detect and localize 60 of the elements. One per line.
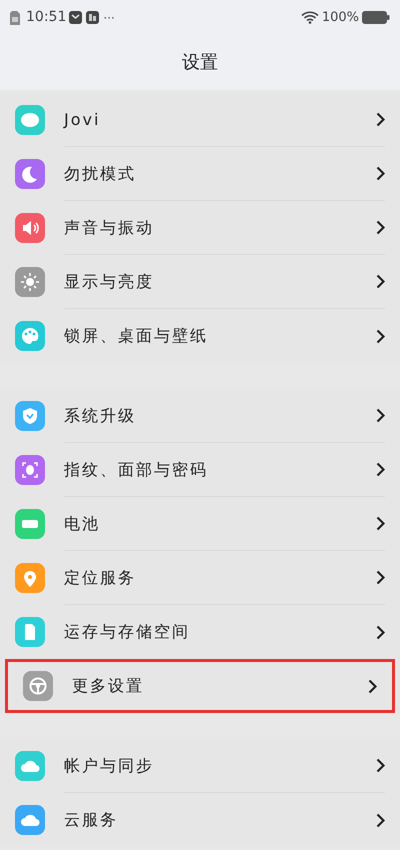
chevron-icon <box>376 462 385 477</box>
item-label: 电池 <box>64 512 100 534</box>
wifi-icon <box>300 11 319 24</box>
mail-icon <box>69 11 82 24</box>
cloud-icon <box>15 805 45 835</box>
battery-percent: 100% <box>322 8 359 27</box>
location-pin-icon <box>15 563 45 593</box>
settings-item[interactable]: Jovi <box>0 93 400 147</box>
settings-item[interactable]: 帐户与同步 <box>0 739 400 793</box>
settings-item[interactable]: 指纹、面部与密码 <box>0 443 400 497</box>
notification-icon <box>86 11 100 24</box>
chevron-icon <box>376 112 385 127</box>
chevron-icon <box>376 758 385 773</box>
item-label: 锁屏、桌面与壁纸 <box>64 325 208 347</box>
palette-icon <box>15 321 45 351</box>
moon-icon <box>15 159 45 189</box>
settings-item[interactable]: 锁屏、桌面与壁纸 <box>0 309 400 363</box>
sim-card-icon <box>10 10 20 24</box>
more-notifications: ··· <box>103 10 115 26</box>
chevron-icon <box>376 570 385 585</box>
settings-item[interactable]: 声音与振动 <box>0 201 400 255</box>
page-title: 设置 <box>182 51 218 75</box>
chevron-icon <box>376 220 385 235</box>
settings-item[interactable]: 显示与亮度 <box>0 255 400 309</box>
item-label: Jovi <box>64 108 100 130</box>
sd-card-icon <box>15 617 45 647</box>
item-label: 运存与存储空间 <box>64 621 190 643</box>
item-label: 指纹、面部与密码 <box>64 458 208 480</box>
item-label: 显示与亮度 <box>64 270 154 292</box>
settings-item[interactable]: 系统升级 <box>0 389 400 443</box>
item-label: 帐户与同步 <box>64 754 154 776</box>
battery-icon <box>362 11 390 24</box>
sun-icon <box>15 267 45 297</box>
settings-item[interactable]: 勿扰模式 <box>0 147 400 201</box>
cloud-icon <box>15 751 45 781</box>
chevron-icon <box>376 624 385 640</box>
item-label: 定位服务 <box>64 566 136 588</box>
chevron-icon <box>376 328 385 344</box>
chevron-icon <box>376 166 385 181</box>
battery-icon <box>15 509 45 539</box>
steering-wheel-icon <box>23 671 53 701</box>
item-label: 系统升级 <box>64 404 136 426</box>
chevron-icon <box>376 516 385 531</box>
shield-icon <box>15 401 45 431</box>
item-label: 云服务 <box>64 809 118 831</box>
face-scan-icon <box>15 455 45 485</box>
speaker-icon <box>15 213 45 243</box>
chevron-icon <box>376 274 385 289</box>
settings-item[interactable]: 定位服务 <box>0 551 400 605</box>
chevron-icon <box>376 408 385 423</box>
settings-item[interactable]: 更多设置 <box>5 659 395 713</box>
settings-item[interactable]: 云服务 <box>0 793 400 847</box>
item-label: 声音与振动 <box>64 216 154 238</box>
item-label: 勿扰模式 <box>64 162 136 184</box>
clock: 10:51 <box>26 8 66 27</box>
chevron-icon <box>368 678 377 694</box>
settings-item[interactable]: 运存与存储空间 <box>0 605 400 659</box>
chevron-icon <box>376 812 385 828</box>
settings-item[interactable]: 电池 <box>0 497 400 551</box>
item-label: 更多设置 <box>72 675 144 697</box>
